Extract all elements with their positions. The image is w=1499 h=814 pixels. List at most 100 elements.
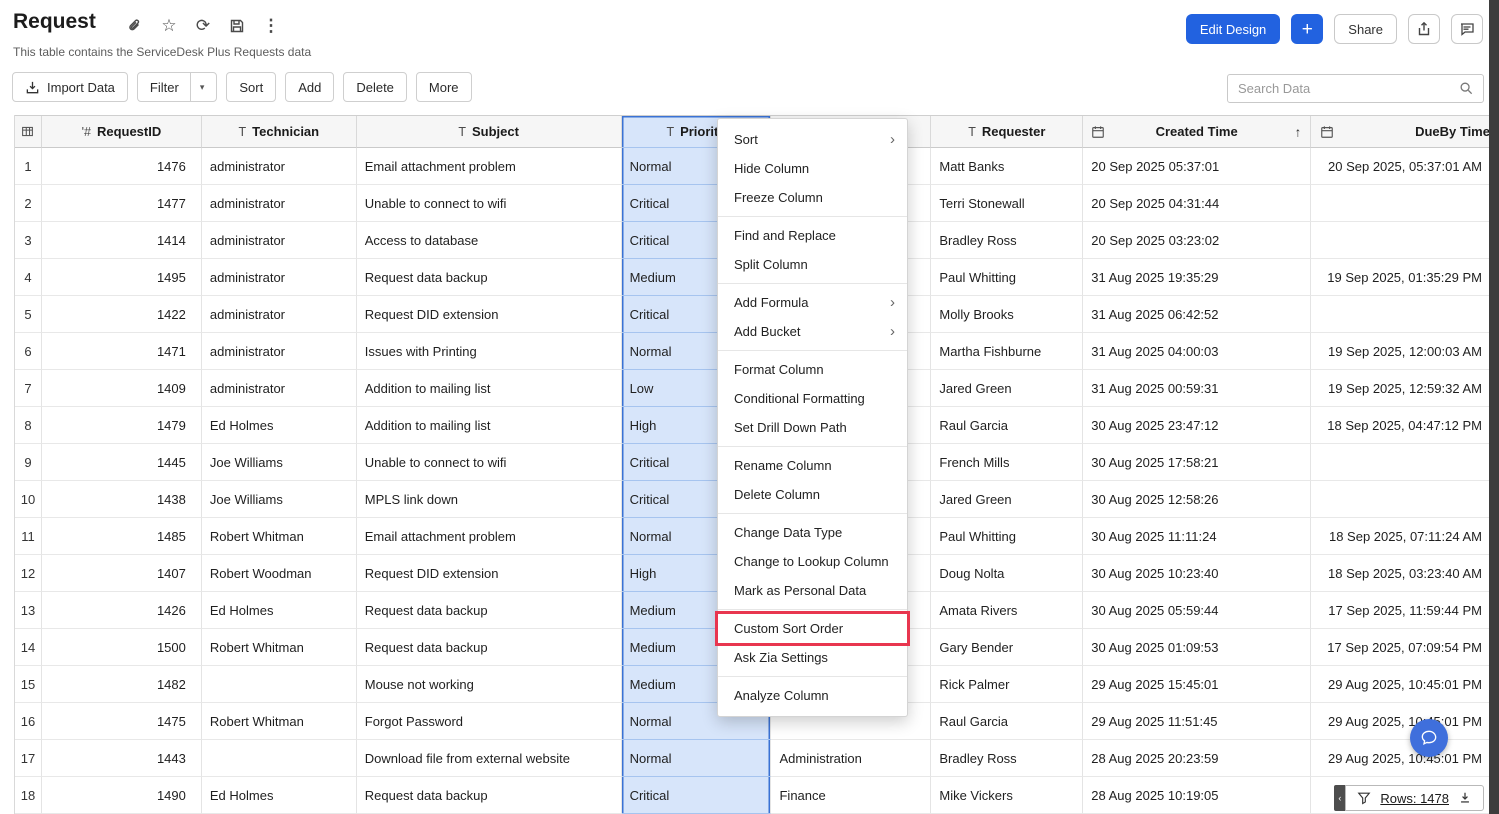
table-row[interactable]: 181490Ed HolmesRequest data backupCritic… xyxy=(15,777,1491,814)
cell-technician[interactable]: Ed Holmes xyxy=(202,407,357,444)
cell-num[interactable]: 2 xyxy=(15,185,42,222)
cell-request-id[interactable]: 1443 xyxy=(42,740,202,777)
cell-priority[interactable]: Normal xyxy=(622,740,772,777)
cell-technician[interactable]: Robert Whitman xyxy=(202,703,357,740)
cell-request-id[interactable]: 1426 xyxy=(42,592,202,629)
cell-requester[interactable]: Bradley Ross xyxy=(931,740,1083,777)
cell-subject[interactable]: Addition to mailing list xyxy=(357,370,622,407)
cell-dueby[interactable]: 18 Sep 2025, 03:23:40 AM xyxy=(1311,555,1491,592)
cell-technician[interactable] xyxy=(202,740,357,777)
column-header-subject[interactable]: T Subject xyxy=(357,116,622,148)
cell-created[interactable]: 28 Aug 2025 20:23:59 xyxy=(1083,740,1311,777)
menu-item-conditional-formatting[interactable]: Conditional Formatting xyxy=(718,384,907,413)
cell-technician[interactable]: Joe Williams xyxy=(202,481,357,518)
menu-item-change-to-lookup-column[interactable]: Change to Lookup Column xyxy=(718,547,907,576)
cell-dueby[interactable] xyxy=(1311,444,1491,481)
cell-created[interactable]: 31 Aug 2025 19:35:29 xyxy=(1083,259,1311,296)
cell-created[interactable]: 20 Sep 2025 05:37:01 xyxy=(1083,148,1311,185)
cell-requester[interactable]: Raul Garcia xyxy=(931,703,1083,740)
cell-created[interactable]: 28 Aug 2025 10:19:05 xyxy=(1083,777,1311,814)
attach-icon[interactable] xyxy=(126,17,144,35)
cell-dueby[interactable]: 17 Sep 2025, 07:09:54 PM xyxy=(1311,629,1491,666)
cell-dueby[interactable]: 29 Aug 2025, 10:45:01 PM xyxy=(1311,740,1491,777)
cell-subject[interactable]: Request DID extension xyxy=(357,296,622,333)
cell-requester[interactable]: Terri Stonewall xyxy=(931,185,1083,222)
cell-subject[interactable]: Unable to connect to wifi xyxy=(357,185,622,222)
cell-created[interactable]: 30 Aug 2025 12:58:26 xyxy=(1083,481,1311,518)
expand-rows-icon[interactable] xyxy=(1458,791,1472,805)
share-button[interactable]: Share xyxy=(1334,14,1397,44)
cell-num[interactable]: 13 xyxy=(15,592,42,629)
cell-technician[interactable]: administrator xyxy=(202,148,357,185)
menu-item-set-drill-down-path[interactable]: Set Drill Down Path xyxy=(718,413,907,442)
sort-button[interactable]: Sort xyxy=(226,72,276,102)
cell-request-id[interactable]: 1438 xyxy=(42,481,202,518)
cell-technician[interactable]: administrator xyxy=(202,185,357,222)
comments-button[interactable] xyxy=(1451,14,1483,44)
cell-created[interactable]: 29 Aug 2025 15:45:01 xyxy=(1083,666,1311,703)
cell-request-id[interactable]: 1407 xyxy=(42,555,202,592)
add-new-button[interactable]: + xyxy=(1291,14,1323,44)
cell-subject[interactable]: Request DID extension xyxy=(357,555,622,592)
cell-num[interactable]: 5 xyxy=(15,296,42,333)
cell-num[interactable]: 10 xyxy=(15,481,42,518)
filter-button[interactable]: Filter ▾ xyxy=(137,72,217,102)
cell-requester[interactable]: Molly Brooks xyxy=(931,296,1083,333)
cell-requester[interactable]: Mike Vickers xyxy=(931,777,1083,814)
cell-num[interactable]: 4 xyxy=(15,259,42,296)
cell-request-id[interactable]: 1475 xyxy=(42,703,202,740)
column-header-created-time[interactable]: Created Time ↑ xyxy=(1083,116,1311,148)
menu-item-mark-as-personal-data[interactable]: Mark as Personal Data xyxy=(718,576,907,605)
cell-created[interactable]: 29 Aug 2025 11:51:45 xyxy=(1083,703,1311,740)
cell-subject[interactable]: Request data backup xyxy=(357,777,622,814)
cell-dueby[interactable]: 29 Aug 2025, 10:45:01 PM xyxy=(1311,703,1491,740)
cell-request-id[interactable]: 1476 xyxy=(42,148,202,185)
cell-requester[interactable]: Amata Rivers xyxy=(931,592,1083,629)
filter-funnel-icon[interactable] xyxy=(1357,791,1371,805)
cell-requester[interactable]: Jared Green xyxy=(931,370,1083,407)
cell-requester[interactable]: Jared Green xyxy=(931,481,1083,518)
cell-technician[interactable]: Ed Holmes xyxy=(202,592,357,629)
cell-num[interactable]: 14 xyxy=(15,629,42,666)
menu-item-format-column[interactable]: Format Column xyxy=(718,355,907,384)
cell-num[interactable]: 12 xyxy=(15,555,42,592)
menu-item-sort[interactable]: Sort› xyxy=(718,125,907,154)
cell-subject[interactable]: Email attachment problem xyxy=(357,518,622,555)
cell-request-id[interactable]: 1422 xyxy=(42,296,202,333)
cell-dueby[interactable]: 19 Sep 2025, 12:59:32 AM xyxy=(1311,370,1491,407)
menu-item-freeze-column[interactable]: Freeze Column xyxy=(718,183,907,212)
menu-item-ask-zia-settings[interactable]: Ask Zia Settings xyxy=(718,643,907,672)
cell-technician[interactable]: administrator xyxy=(202,296,357,333)
save-icon[interactable] xyxy=(228,17,246,35)
cell-num[interactable]: 15 xyxy=(15,666,42,703)
cell-priority[interactable]: Critical xyxy=(622,777,772,814)
cell-request-id[interactable]: 1409 xyxy=(42,370,202,407)
search-icon[interactable] xyxy=(1459,81,1474,96)
cell-dueby[interactable]: 20 Sep 2025, 05:37:01 AM xyxy=(1311,148,1491,185)
cell-technician[interactable]: Robert Whitman xyxy=(202,629,357,666)
cell-num[interactable]: 3 xyxy=(15,222,42,259)
cell-dueby[interactable] xyxy=(1311,296,1491,333)
cell-num[interactable]: 16 xyxy=(15,703,42,740)
cell-technician[interactable]: administrator xyxy=(202,333,357,370)
menu-item-change-data-type[interactable]: Change Data Type xyxy=(718,518,907,547)
cell-dept[interactable]: Administration xyxy=(771,740,931,777)
cell-technician[interactable]: Robert Whitman xyxy=(202,518,357,555)
more-icon[interactable]: ⋮ xyxy=(262,17,280,35)
cell-requester[interactable]: Martha Fishburne xyxy=(931,333,1083,370)
cell-subject[interactable]: Issues with Printing xyxy=(357,333,622,370)
edit-design-button[interactable]: Edit Design xyxy=(1186,14,1280,44)
cell-subject[interactable]: Mouse not working xyxy=(357,666,622,703)
cell-requester[interactable]: Rick Palmer xyxy=(931,666,1083,703)
cell-request-id[interactable]: 1485 xyxy=(42,518,202,555)
cell-requester[interactable]: Gary Bender xyxy=(931,629,1083,666)
cell-num[interactable]: 1 xyxy=(15,148,42,185)
cell-subject[interactable]: Request data backup xyxy=(357,629,622,666)
cell-requester[interactable]: French Mills xyxy=(931,444,1083,481)
cell-requester[interactable]: Paul Whitting xyxy=(931,259,1083,296)
filter-caret-icon[interactable]: ▾ xyxy=(190,73,205,101)
column-header-dueby-time[interactable]: DueBy Time xyxy=(1311,116,1491,148)
cell-dueby[interactable]: 19 Sep 2025, 12:00:03 AM xyxy=(1311,333,1491,370)
cell-dueby[interactable]: 19 Sep 2025, 01:35:29 PM xyxy=(1311,259,1491,296)
cell-requester[interactable]: Paul Whitting xyxy=(931,518,1083,555)
